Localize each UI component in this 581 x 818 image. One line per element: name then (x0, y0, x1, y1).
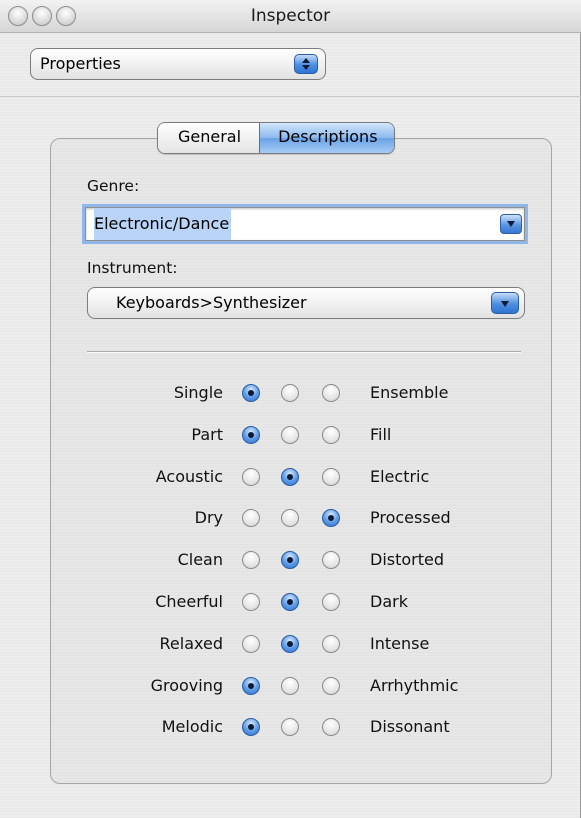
descriptor-left-label: Acoustic (155, 466, 223, 486)
descriptor-right-label: Distorted (370, 550, 445, 570)
radio-button[interactable] (242, 425, 260, 444)
descriptor-left-label: Single (173, 383, 223, 402)
up-down-stepper-icon (294, 54, 318, 74)
radio-button[interactable] (281, 509, 299, 528)
radio-button[interactable] (281, 551, 299, 570)
radio-button[interactable] (322, 384, 340, 402)
radio-button[interactable] (242, 634, 260, 653)
radio-button[interactable] (322, 634, 340, 653)
descriptor-right-label: Dissonant (370, 717, 450, 737)
descriptor-left-label: Part (191, 424, 223, 444)
descriptor-left-label: Melodic (161, 717, 223, 737)
radio-button[interactable] (281, 593, 299, 611)
descriptor-right-label: Processed (370, 508, 451, 528)
descriptor-right-label: Arrhythmic (370, 675, 459, 695)
view-popup-button[interactable]: Properties (30, 48, 326, 80)
radio-button[interactable] (242, 718, 260, 737)
radio-button[interactable] (281, 676, 299, 695)
descriptor-left-label: Grooving (150, 675, 223, 695)
instrument-label: Instrument: (87, 259, 178, 277)
radio-button[interactable] (242, 551, 260, 570)
chevron-down-icon[interactable] (500, 214, 522, 234)
radio-button[interactable] (281, 718, 299, 737)
descriptor-left-label: Clean (177, 550, 223, 570)
descriptor-row: Dry Processed (0, 503, 581, 533)
descriptor-left-label: Dry (194, 508, 223, 528)
genre-value[interactable]: Electronic/Dance (94, 208, 232, 240)
radio-button[interactable] (281, 425, 299, 444)
radio-button[interactable] (281, 384, 299, 402)
genre-combo-box[interactable]: Electronic/Dance (85, 207, 525, 241)
inspector-window: Inspector Properties General Description… (0, 0, 581, 818)
divider (87, 351, 521, 352)
radio-button[interactable] (322, 467, 340, 486)
radio-button[interactable] (242, 509, 260, 528)
window-title: Inspector (250, 6, 331, 26)
genre-label: Genre: (87, 177, 140, 195)
radio-button[interactable] (322, 718, 340, 737)
title-bar[interactable]: Inspector (0, 0, 581, 33)
tab-bar: General Descriptions (157, 122, 395, 154)
descriptor-row: Melodic Dissonant (0, 712, 581, 742)
descriptor-right-label: Fill (370, 424, 392, 444)
descriptor-row: Single Ensemble (0, 378, 581, 408)
tab-descriptions[interactable]: Descriptions (259, 123, 394, 153)
descriptor-left-label: Relaxed (159, 633, 223, 653)
descriptor-left-label: Cheerful (155, 592, 223, 611)
radio-button[interactable] (281, 634, 299, 653)
radio-button[interactable] (281, 467, 299, 486)
radio-button[interactable] (242, 467, 260, 486)
descriptor-row: Relaxed Intense (0, 629, 581, 659)
descriptor-row: Part Fill (0, 420, 581, 450)
descriptor-row: Clean Distorted (0, 545, 581, 575)
instrument-value: Keyboards>Synthesizer (116, 293, 307, 312)
radio-button[interactable] (242, 676, 260, 695)
radio-button[interactable] (242, 593, 260, 611)
chevron-down-icon (491, 292, 519, 314)
descriptor-right-label: Intense (370, 633, 430, 653)
descriptor-row: Cheerful Dark (0, 587, 581, 617)
radio-button[interactable] (322, 676, 340, 695)
radio-button[interactable] (322, 509, 340, 528)
divider (0, 96, 581, 97)
descriptor-right-label: Dark (370, 592, 408, 611)
radio-button[interactable] (242, 384, 260, 402)
tab-general[interactable]: General (158, 123, 260, 153)
radio-button[interactable] (322, 425, 340, 444)
descriptor-row: Grooving Arrhythmic (0, 671, 581, 701)
view-popup-label: Properties (40, 54, 121, 73)
descriptor-right-label: Electric (370, 466, 430, 486)
descriptor-row: Acoustic Electric (0, 462, 581, 492)
radio-button[interactable] (322, 551, 340, 570)
radio-button[interactable] (322, 593, 340, 611)
descriptor-right-label: Ensemble (370, 383, 449, 402)
instrument-popup-button[interactable]: Keyboards>Synthesizer (87, 287, 525, 319)
